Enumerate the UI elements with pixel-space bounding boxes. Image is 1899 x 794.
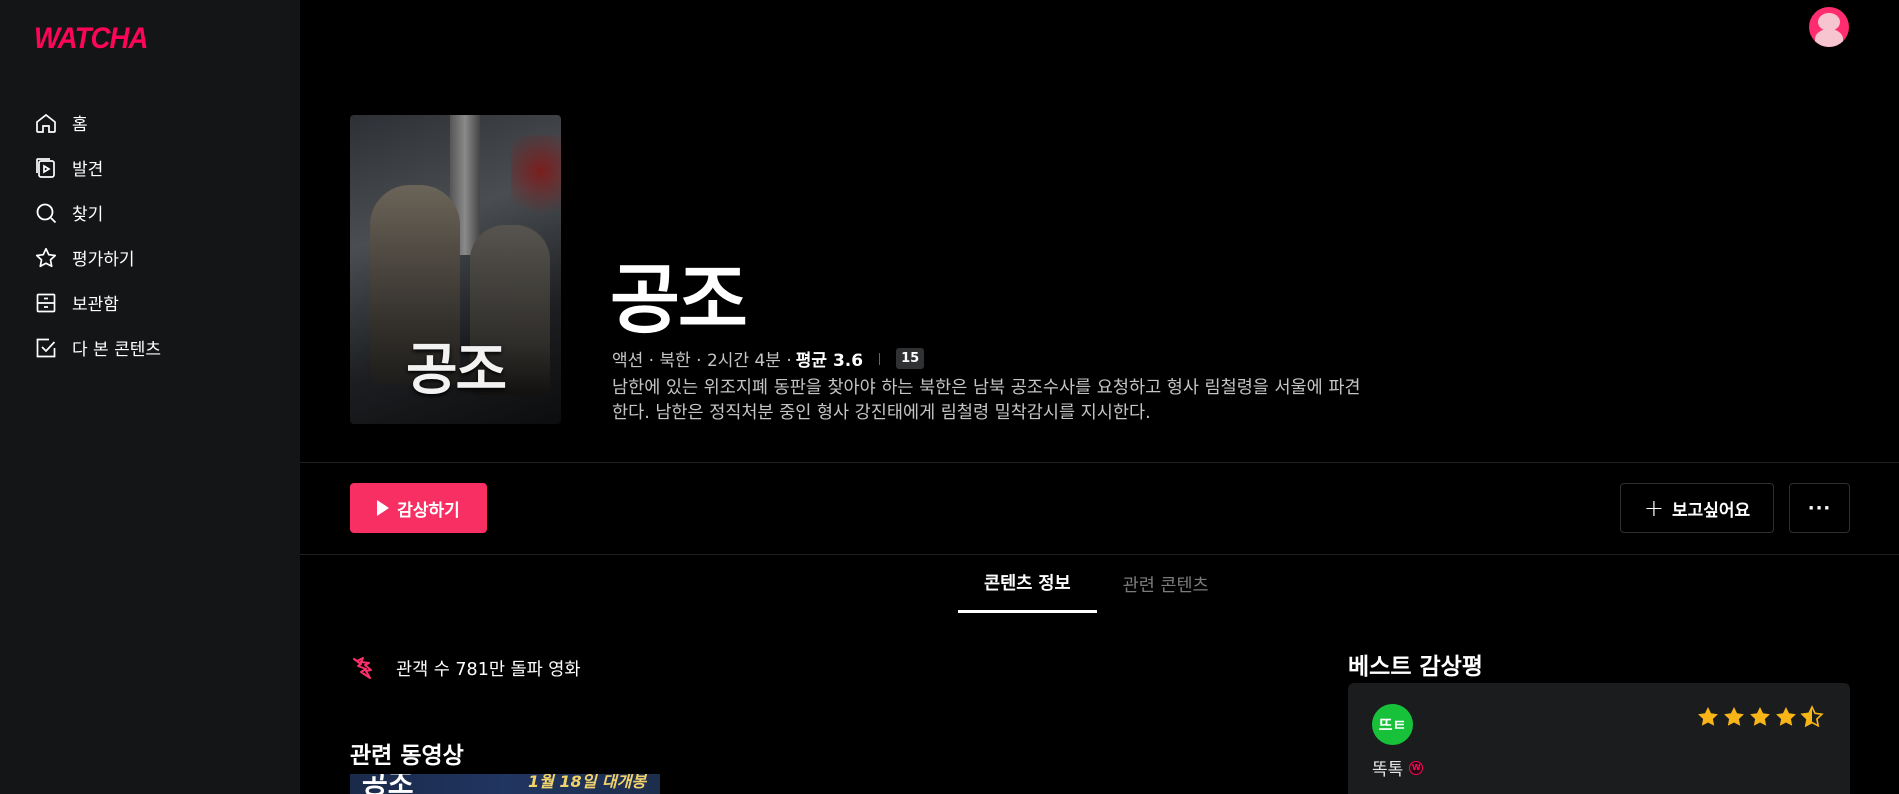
star-full-icon [1750,707,1770,726]
hero-divider [300,462,1899,463]
audience-text: 관객 수 781만 돌파 영화 [396,659,581,680]
tab-content-info[interactable]: 콘텐츠 정보 [958,555,1097,613]
content-tabs: 콘텐츠 정보 관련 콘텐츠 [958,555,1235,613]
sidebar-item-archive[interactable]: 보관함 [34,280,161,325]
sidebar-item-home[interactable]: 홈 [34,100,161,145]
sidebar-item-label: 다 본 콘텐츠 [72,340,162,360]
reviewer-name-row: 똑톡 W [1372,755,1424,780]
sidebar-nav: 홈 발견 찾기 평가하기 보관함 다 본 콘텐츠 [34,100,161,370]
thumbnail-title: 공조 [362,774,414,794]
star-full-icon [1698,707,1718,726]
watcha-badge-icon: W [1409,760,1424,775]
avatar-face [1818,13,1840,31]
movie-meta: 액션 · 북한 · 2시간 4분 · 평균 3.6 15 [612,346,925,371]
checkbox-icon [34,336,58,360]
play-icon [377,500,390,516]
watch-button-label: 감상하기 [397,500,460,521]
movie-genre-info: 액션 · 북한 · 2시간 4분 · [612,351,792,371]
archive-icon [34,291,58,315]
sidebar: WATCHA 홈 발견 찾기 평가하기 보관함 다 본 콘텐츠 [0,0,300,794]
want-button-label: 보고싶어요 [1671,500,1751,521]
movie-poster: 공조 [350,115,561,424]
review-card[interactable]: 뜨ㅌ 똑톡 W [1348,683,1850,794]
sidebar-item-label: 찾기 [72,205,104,225]
sidebar-item-label: 홈 [72,115,88,135]
more-options-button[interactable]: ··· [1789,483,1850,533]
reviewer-avatar[interactable]: 뜨ㅌ [1372,704,1413,745]
star-half-icon [1800,705,1824,728]
sidebar-item-watched[interactable]: 다 본 콘텐츠 [34,325,161,370]
movie-average-rating: 평균 3.6 [795,351,864,371]
best-reviews-title: 베스트 감상평 [1348,654,1483,680]
meta-divider [879,352,881,365]
user-avatar[interactable] [1809,7,1849,47]
sidebar-item-discover[interactable]: 발견 [34,145,161,190]
sidebar-item-search[interactable]: 찾기 [34,190,161,235]
related-video-thumbnail[interactable]: 공조 1월 18일 대개봉 [350,774,660,794]
age-rating-badge: 15 [896,348,925,369]
review-rating [1696,705,1824,729]
star-full-icon [1776,707,1796,726]
audience-highlight: 관객 수 781만 돌파 영화 [350,653,580,683]
sidebar-item-label: 평가하기 [72,250,135,270]
reviewer-name: 똑톡 [1372,760,1404,780]
thumbnail-caption: 1월 18일 대개봉 [528,774,647,791]
related-videos-title: 관련 동영상 [350,743,464,769]
watch-button[interactable]: 감상하기 [350,483,487,533]
watcha-logo[interactable]: WATCHA [34,22,148,56]
sidebar-item-label: 발견 [72,160,104,180]
app-root: WATCHA 홈 발견 찾기 평가하기 보관함 다 본 콘텐츠 공조 공조 액션… [0,0,1899,794]
discover-icon [34,156,58,180]
avatar-body [1815,29,1843,47]
star-icon [34,246,58,270]
tab-related-content[interactable]: 관련 콘텐츠 [1097,555,1235,613]
plus-icon: + [1643,494,1664,522]
want-to-watch-button[interactable]: + 보고싶어요 [1620,483,1774,533]
sidebar-item-label: 보관함 [72,295,119,315]
poster-accent [511,135,561,225]
more-icon: ··· [1807,497,1832,519]
star-full-icon [1724,707,1744,726]
sidebar-item-rate[interactable]: 평가하기 [34,235,161,280]
poster-title: 공조 [405,338,507,403]
search-icon [34,201,58,225]
movie-description: 남한에 있는 위조지폐 동판을 찾아야 하는 북한은 남북 공조수사를 요청하고… [612,378,1361,423]
home-icon [34,111,58,135]
movie-title: 공조 [610,255,748,344]
burst-icon [350,653,380,683]
